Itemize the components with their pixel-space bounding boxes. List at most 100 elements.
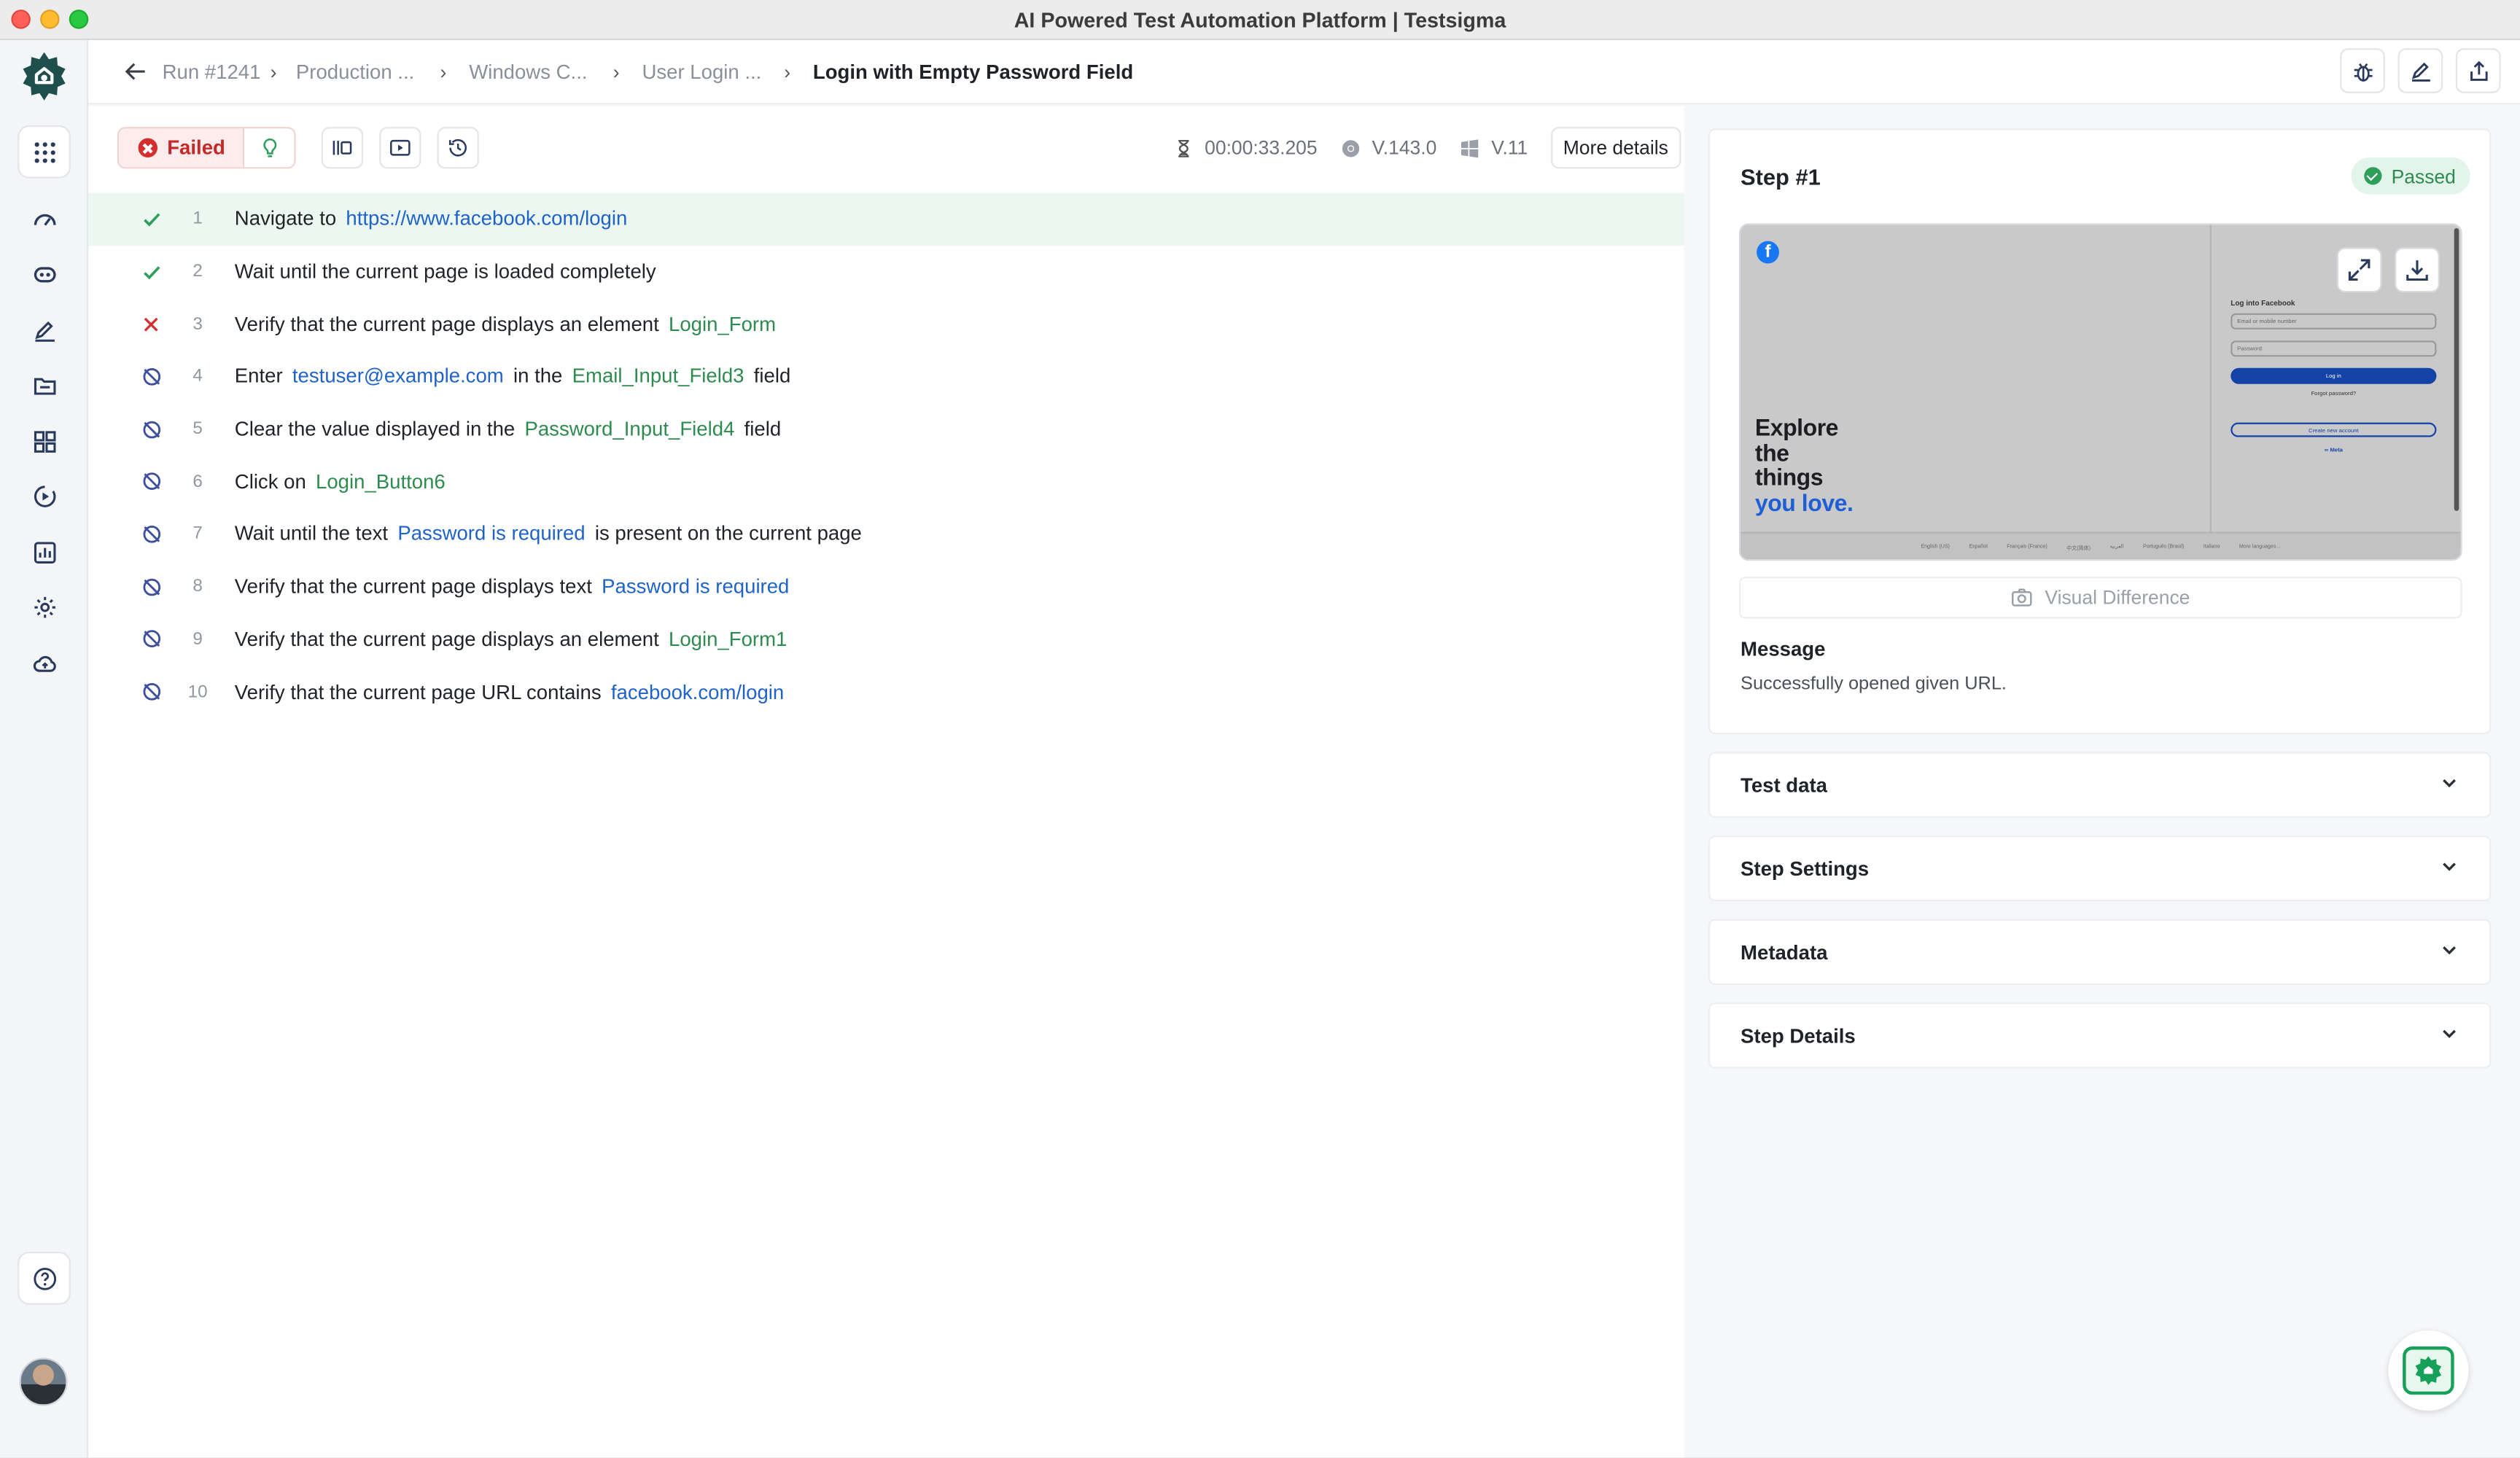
step-element-name[interactable]: Password_Input_Field4 bbox=[524, 418, 734, 440]
accordion-metadata[interactable]: Metadata bbox=[1708, 919, 2492, 986]
visual-difference-label: Visual Difference bbox=[2045, 586, 2190, 609]
failed-x-icon bbox=[138, 138, 158, 158]
breadcrumb-suite[interactable]: User Login ... bbox=[642, 61, 761, 83]
settings-gear-icon bbox=[34, 596, 55, 617]
user-avatar[interactable] bbox=[19, 1357, 68, 1406]
step-row[interactable]: 1 Navigate to https://www.facebook.com/log… bbox=[88, 192, 1684, 246]
os-version-value: V.11 bbox=[1491, 136, 1528, 160]
lightbulb-icon bbox=[262, 138, 276, 157]
video-play-icon bbox=[390, 139, 411, 156]
test-cases-button[interactable] bbox=[19, 305, 69, 355]
step-description: Wait until the current page is loaded co… bbox=[235, 260, 666, 283]
step-test-data-value[interactable]: facebook.com/login bbox=[611, 681, 784, 703]
step-action-text: Wait until the current page is loaded co… bbox=[234, 260, 656, 283]
chevron-right-icon: › bbox=[612, 60, 620, 83]
check-circle-icon bbox=[2364, 167, 2382, 185]
footer-language-link: Italiano bbox=[2203, 542, 2220, 550]
step-test-data-value[interactable]: testuser@example.com bbox=[292, 365, 504, 388]
download-screenshot-button[interactable] bbox=[2395, 247, 2440, 293]
video-button[interactable] bbox=[379, 127, 421, 169]
breadcrumb-run[interactable]: Run #1241 bbox=[163, 61, 261, 83]
step-screenshot[interactable]: f Explore the things you love. Log into … bbox=[1738, 223, 2462, 561]
footer-language-link: Português (Brasil) bbox=[2143, 542, 2185, 550]
duration: 00:00:33.205 bbox=[1172, 136, 1318, 159]
runs-button[interactable] bbox=[19, 471, 69, 521]
screenshot-tools bbox=[2336, 247, 2440, 293]
step-row[interactable]: 9 Verify that the current page displays a… bbox=[88, 613, 1684, 666]
step-row[interactable]: 4 Enter testuser@example.com in the Email_In… bbox=[88, 351, 1684, 403]
chevron-down-icon bbox=[2440, 940, 2459, 964]
dashboard-button[interactable] bbox=[19, 195, 69, 244]
screenshot-scrollbar bbox=[2454, 227, 2459, 511]
step-element-name[interactable]: Email_Input_Field3 bbox=[572, 365, 744, 388]
logs-button[interactable] bbox=[322, 127, 364, 169]
minimize-window-button[interactable] bbox=[40, 9, 60, 29]
edit-button[interactable] bbox=[2398, 48, 2443, 93]
step-row[interactable]: 3 Verify that the current page displays a… bbox=[88, 298, 1684, 351]
breadcrumb-test-plan[interactable]: Production ... bbox=[296, 61, 414, 83]
form-title: Log into Facebook bbox=[2231, 298, 2295, 307]
bug-icon bbox=[2353, 62, 2372, 81]
apps-grid-icon bbox=[34, 141, 55, 163]
cloud-upload-icon bbox=[32, 655, 55, 671]
create-account-button: Create new account bbox=[2231, 422, 2437, 437]
testsigma-logo[interactable] bbox=[19, 52, 69, 101]
accordion-test-data[interactable]: Test data bbox=[1708, 752, 2492, 818]
not-executed-icon bbox=[136, 629, 166, 650]
step-action-text: is present on the current page bbox=[594, 523, 862, 546]
back-button[interactable] bbox=[124, 58, 149, 84]
step-element-name[interactable]: Login_Button6 bbox=[316, 470, 446, 493]
expand-screenshot-button[interactable] bbox=[2336, 247, 2382, 293]
run-metadata: 00:00:33.205 V.143.0 V.11 More details bbox=[1172, 127, 1681, 169]
step-row[interactable]: 5 Clear the value displayed in the Passwor… bbox=[88, 403, 1684, 456]
step-element-name[interactable]: Login_Form bbox=[669, 313, 776, 335]
accordion-step-settings[interactable]: Step Settings bbox=[1708, 835, 2492, 902]
modules-icon bbox=[33, 430, 55, 452]
share-button[interactable] bbox=[2455, 48, 2501, 93]
settings-button[interactable] bbox=[19, 582, 69, 631]
step-action-text: Clear the value displayed in the bbox=[234, 418, 516, 441]
failed-status-badge[interactable]: Failed bbox=[119, 128, 244, 168]
not-executed-icon bbox=[136, 682, 166, 703]
accordion-step-details[interactable]: Step Details bbox=[1708, 1002, 2492, 1069]
step-list: 1 Navigate to https://www.facebook.com/log… bbox=[88, 192, 1684, 717]
camera-icon bbox=[2012, 588, 2033, 607]
duration-value: 00:00:33.205 bbox=[1205, 136, 1318, 160]
agents-button[interactable] bbox=[19, 249, 69, 299]
step-test-data-value[interactable]: Password is required bbox=[397, 523, 585, 545]
page-header: Run #1241 › Production ... › Windows C..… bbox=[88, 40, 2520, 105]
step-row[interactable]: 7 Wait until the text Password is required… bbox=[88, 508, 1684, 561]
help-button[interactable] bbox=[19, 1253, 69, 1303]
breadcrumb-machine[interactable]: Windows C... bbox=[469, 61, 587, 83]
step-row[interactable]: 2 Wait until the current page is loaded c… bbox=[88, 246, 1684, 298]
more-details-button[interactable]: More details bbox=[1550, 127, 1681, 169]
zoom-window-button[interactable] bbox=[69, 9, 89, 29]
visual-difference-button[interactable]: Visual Difference bbox=[1738, 577, 2462, 619]
step-element-name[interactable]: Login_Form1 bbox=[669, 628, 787, 650]
cloud-upload-button[interactable] bbox=[19, 638, 69, 687]
step-description: Clear the value displayed in the Password… bbox=[235, 418, 791, 440]
assistant-chat-button[interactable] bbox=[2388, 1330, 2469, 1411]
close-window-button[interactable] bbox=[11, 9, 31, 29]
reports-button[interactable] bbox=[19, 527, 69, 577]
step-row[interactable]: 8 Verify that the current page displays t… bbox=[88, 561, 1684, 613]
modules-button[interactable] bbox=[19, 416, 69, 466]
share-export-icon bbox=[2469, 60, 2487, 80]
step-row[interactable]: 6 Click on Login_Button6 bbox=[88, 456, 1684, 508]
not-executed-icon bbox=[136, 418, 166, 440]
ai-suggestions-button[interactable] bbox=[243, 128, 295, 168]
step-test-data-value[interactable]: Password is required bbox=[602, 575, 789, 598]
passed-status-badge: Passed bbox=[2351, 157, 2470, 195]
hero-line: you love. bbox=[1754, 491, 1854, 517]
step-test-data-value[interactable]: https://www.facebook.com/login bbox=[346, 208, 627, 230]
steps-panel: Failed 00:00:33.205 V.143.0 V.11 More de… bbox=[88, 106, 1684, 1458]
report-bug-button[interactable] bbox=[2340, 48, 2385, 93]
window-title: AI Powered Test Automation Platform | Te… bbox=[1014, 7, 1506, 31]
chevron-right-icon: › bbox=[270, 60, 277, 83]
apps-grid-button[interactable] bbox=[19, 127, 69, 177]
history-button[interactable] bbox=[437, 127, 480, 169]
test-data-button[interactable] bbox=[19, 360, 69, 410]
step-row[interactable]: 10 Verify that the current page URL conta… bbox=[88, 666, 1684, 718]
footer-language-link: Español bbox=[1969, 542, 1988, 550]
step-number: 4 bbox=[192, 367, 203, 386]
